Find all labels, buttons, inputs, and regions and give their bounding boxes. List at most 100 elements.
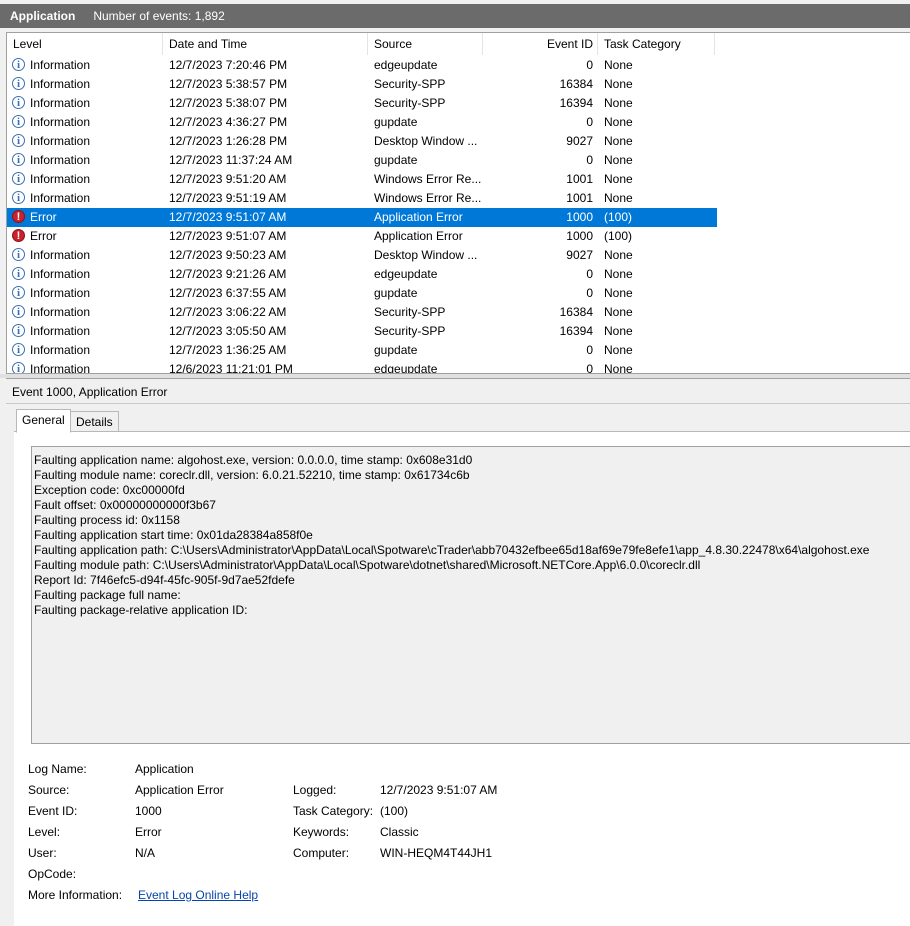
event-row[interactable]: i Information 12/7/2023 5:38:57 PM Security… [7, 75, 717, 94]
event-row[interactable]: i Information 12/7/2023 3:06:22 AM Security… [7, 303, 717, 322]
event-row[interactable]: i Information 12/7/2023 9:51:20 AM Windows … [7, 170, 717, 189]
source-cell: Security-SPP [374, 96, 446, 110]
source-cell: gupdate [374, 343, 418, 357]
event-id-cell: 0 [586, 362, 593, 374]
event-row[interactable]: ! Error 12/7/2023 9:51:07 AM Application Er… [7, 208, 717, 227]
event-row[interactable]: i Information 12/7/2023 3:05:50 AM Security… [7, 322, 717, 341]
event-id-cell: 16394 [559, 96, 593, 110]
level-cell: Information [30, 305, 91, 319]
source-cell: Windows Error Re... [374, 191, 482, 205]
event-id-cell: 9027 [566, 248, 593, 262]
source-cell: Application Error [374, 229, 463, 243]
source-cell: Security-SPP [374, 324, 446, 338]
level-cell: Information [30, 58, 91, 72]
user-label: User: [28, 846, 57, 860]
information-icon: i [12, 286, 25, 299]
source-label: Source: [28, 783, 70, 797]
event-id-value: 1000 [135, 804, 162, 818]
level-cell: Information [30, 153, 91, 167]
information-icon: i [12, 305, 25, 318]
event-id-label: Event ID: [28, 804, 78, 818]
events-list[interactable]: Level Date and Time Source Event ID Task… [6, 32, 910, 374]
source-cell: gupdate [374, 153, 418, 167]
date-cell: 12/7/2023 9:51:20 AM [169, 172, 287, 186]
event-id-cell: 0 [586, 343, 593, 357]
description-line: Faulting package full name: [34, 588, 181, 602]
error-icon: ! [12, 229, 25, 242]
date-cell: 12/7/2023 9:50:23 AM [169, 248, 287, 262]
column-header-date[interactable]: Date and Time [163, 33, 368, 55]
event-id-cell: 9027 [566, 134, 593, 148]
source-cell: edgeupdate [374, 362, 438, 374]
event-row[interactable]: i Information 12/7/2023 9:21:26 AM edgeupda… [7, 265, 717, 284]
event-row[interactable]: i Information 12/7/2023 7:20:46 PM edgeupda… [7, 56, 717, 75]
event-row[interactable]: i Information 12/7/2023 1:36:25 AM gupdate 0… [7, 341, 717, 360]
more-information-label: More Information: [28, 888, 123, 902]
date-cell: 12/7/2023 4:36:27 PM [169, 115, 288, 129]
level-cell: Information [30, 115, 91, 129]
log-title-bar: Application Number of events: 1,892 [0, 4, 910, 28]
date-cell: 12/7/2023 9:21:26 AM [169, 267, 287, 281]
event-id-cell: 0 [586, 267, 593, 281]
event-id-cell: 0 [586, 153, 593, 167]
event-row[interactable]: i Information 12/7/2023 4:36:27 PM gupdate 0… [7, 113, 717, 132]
event-row[interactable]: i Information 12/7/2023 9:50:23 AM Desktop … [7, 246, 717, 265]
event-row[interactable]: i Information 12/7/2023 6:37:55 AM gupdate 0… [7, 284, 717, 303]
event-row[interactable]: ! Error 12/7/2023 9:51:07 AM Application Er… [7, 227, 717, 246]
date-cell: 12/7/2023 1:26:28 PM [169, 134, 288, 148]
level-cell: Information [30, 172, 91, 186]
task-category-cell: None [604, 115, 633, 129]
computer-value: WIN-HEQM4T44JH1 [380, 846, 493, 860]
event-detail-title: Event 1000, Application Error [12, 385, 168, 399]
date-cell: 12/7/2023 3:06:22 AM [169, 305, 287, 319]
date-cell: 12/7/2023 6:37:55 AM [169, 286, 287, 300]
tab-general[interactable]: General [16, 409, 71, 433]
event-id-cell: 1000 [566, 210, 593, 224]
log-name-label: Log Name: [28, 762, 87, 776]
user-value: N/A [135, 846, 156, 860]
date-cell: 12/7/2023 9:51:07 AM [169, 210, 287, 224]
column-header-source[interactable]: Source [368, 33, 483, 55]
source-cell: gupdate [374, 115, 418, 129]
level-cell: Information [30, 134, 91, 148]
event-row[interactable]: i Information 12/7/2023 11:37:24 AM gupdate… [7, 151, 717, 170]
event-id-cell: 16384 [559, 77, 593, 91]
tab-details[interactable]: Details [70, 411, 119, 433]
information-icon: i [12, 324, 25, 337]
source-cell: edgeupdate [374, 267, 438, 281]
level-label: Level: [28, 825, 61, 839]
task-category-cell: None [604, 172, 633, 186]
description-line: Faulting package-relative application ID… [34, 603, 248, 617]
event-count: Number of events: 1,892 [93, 9, 225, 23]
information-icon: i [12, 115, 25, 128]
date-cell: 12/7/2023 5:38:57 PM [169, 77, 288, 91]
information-icon: i [12, 77, 25, 90]
task-category-cell: None [604, 362, 633, 374]
source-cell: Security-SPP [374, 305, 446, 319]
date-cell: 12/6/2023 11:21:01 PM [169, 362, 293, 374]
event-row[interactable]: i Information 12/7/2023 1:26:28 PM Desktop … [7, 132, 717, 151]
task-category-cell: None [604, 77, 633, 91]
event-id-cell: 16394 [559, 324, 593, 338]
date-cell: 12/7/2023 11:37:24 AM [169, 153, 293, 167]
level-value: Error [135, 825, 162, 839]
column-header-task-category[interactable]: Task Category [598, 33, 715, 55]
column-header-event-id[interactable]: Event ID [483, 33, 598, 55]
task-category-cell: None [604, 96, 633, 110]
description-line: Faulting application name: algohost.exe,… [34, 453, 473, 467]
log-name: Application [10, 9, 76, 23]
event-description[interactable]: Faulting application name: algohost.exe,… [31, 446, 910, 744]
task-category-cell: (100) [604, 210, 633, 224]
description-line: Fault offset: 0x00000000000f3b67 [34, 498, 216, 512]
event-row[interactable]: i Information 12/7/2023 9:51:19 AM Windows … [7, 189, 717, 208]
column-header-level[interactable]: Level [7, 33, 163, 55]
level-cell: Information [30, 324, 91, 338]
divider [6, 403, 910, 404]
task-category-cell: None [604, 286, 633, 300]
level-cell: Information [30, 191, 91, 205]
event-row[interactable]: i Information 12/6/2023 11:21:01 PM edgeupd… [7, 360, 717, 374]
event-row[interactable]: i Information 12/7/2023 5:38:07 PM Security… [7, 94, 717, 113]
keywords-label: Keywords: [293, 825, 350, 839]
event-log-online-help-link[interactable]: Event Log Online Help [138, 886, 258, 904]
task-category-value: (100) [380, 804, 409, 818]
